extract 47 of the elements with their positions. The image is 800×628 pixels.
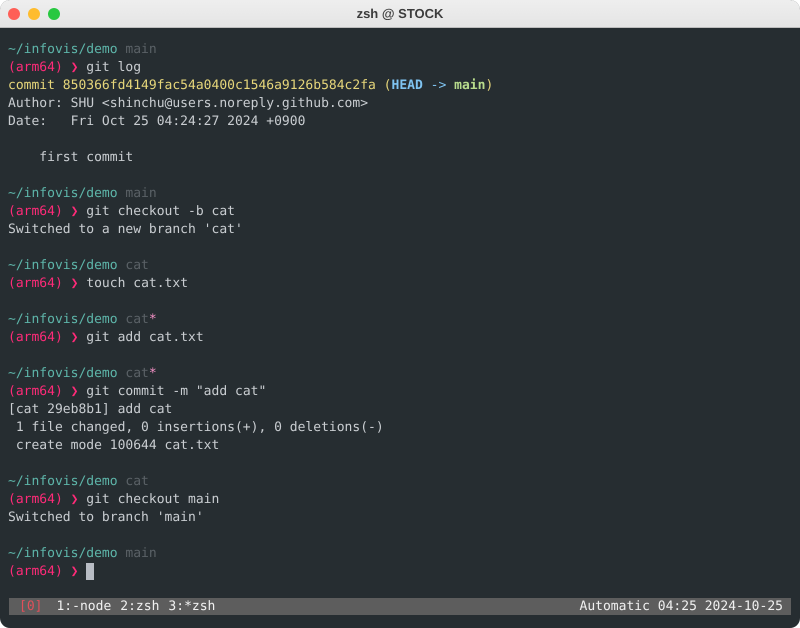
prompt-symbol: ❯ bbox=[70, 564, 78, 579]
zoom-button[interactable] bbox=[48, 8, 60, 20]
directory-path: ~/infovis/demo bbox=[8, 474, 118, 489]
prompt-symbol: ❯ bbox=[70, 492, 78, 507]
directory-path: ~/infovis/demo bbox=[8, 42, 118, 57]
prompt-env: (arm64) bbox=[8, 276, 63, 291]
output-line: Author: SHU <shinchu@users.noreply.github.com> bbox=[8, 96, 368, 111]
window-tab[interactable]: 3:*zsh bbox=[168, 599, 216, 614]
minimize-button[interactable] bbox=[28, 8, 40, 20]
output-line: Switched to branch 'main' bbox=[8, 510, 204, 525]
directory-path: ~/infovis/demo bbox=[8, 312, 118, 327]
command-text: touch cat.txt bbox=[86, 276, 188, 291]
command-text: git checkout main bbox=[86, 492, 220, 507]
output-line: [cat 29eb8b1] add cat bbox=[8, 402, 172, 417]
output-line: first commit bbox=[38, 150, 134, 165]
status-clock: Automatic 04:25 2024-10-25 bbox=[580, 599, 783, 614]
output-line: create mode 100644 cat.txt bbox=[14, 438, 220, 453]
prompt-env: (arm64) bbox=[8, 330, 63, 345]
prompt-env: (arm64) bbox=[8, 564, 63, 579]
directory-path: ~/infovis/demo bbox=[8, 186, 118, 201]
directory-path: ~/infovis/demo bbox=[8, 546, 118, 561]
directory-path: ~/infovis/demo bbox=[8, 366, 118, 381]
directory-path: ~/infovis/demo bbox=[8, 258, 118, 273]
window-tab[interactable]: 1:-node bbox=[56, 599, 112, 614]
prompt-symbol: ❯ bbox=[70, 330, 78, 345]
close-button[interactable] bbox=[8, 8, 20, 20]
output-line: commit 850366fd4149fac54a0400c1546a9126b584c2fa (HEAD -> main) bbox=[8, 78, 494, 93]
session-label: [0] bbox=[19, 599, 42, 614]
prompt-env: (arm64) bbox=[8, 492, 63, 507]
dirty-mark: * bbox=[148, 312, 157, 327]
command-text: git log bbox=[86, 60, 142, 75]
prompt-env: (arm64) bbox=[8, 204, 63, 219]
prompt-symbol: ❯ bbox=[70, 204, 78, 219]
output-line: Date: Fri Oct 25 04:24:27 2024 +0900 bbox=[8, 114, 306, 129]
prompt-env: (arm64) bbox=[8, 384, 63, 399]
dirty-mark: * bbox=[148, 366, 157, 381]
command-text: git add cat.txt bbox=[86, 330, 204, 345]
command-text: git commit -m "add cat" bbox=[86, 384, 266, 399]
output-line: Switched to a new branch 'cat' bbox=[8, 222, 243, 237]
output-line: 1 file changed, 0 insertions(+), 0 deletions(-) bbox=[14, 420, 384, 435]
prompt-symbol: ❯ bbox=[70, 384, 78, 399]
prompt-env: (arm64) bbox=[8, 60, 63, 75]
window-title: zsh @ STOCK bbox=[356, 6, 444, 21]
prompt-symbol: ❯ bbox=[70, 276, 78, 291]
command-text: git checkout -b cat bbox=[86, 204, 235, 219]
prompt-symbol: ❯ bbox=[70, 60, 78, 75]
window-tab[interactable]: 2:zsh bbox=[120, 599, 160, 614]
